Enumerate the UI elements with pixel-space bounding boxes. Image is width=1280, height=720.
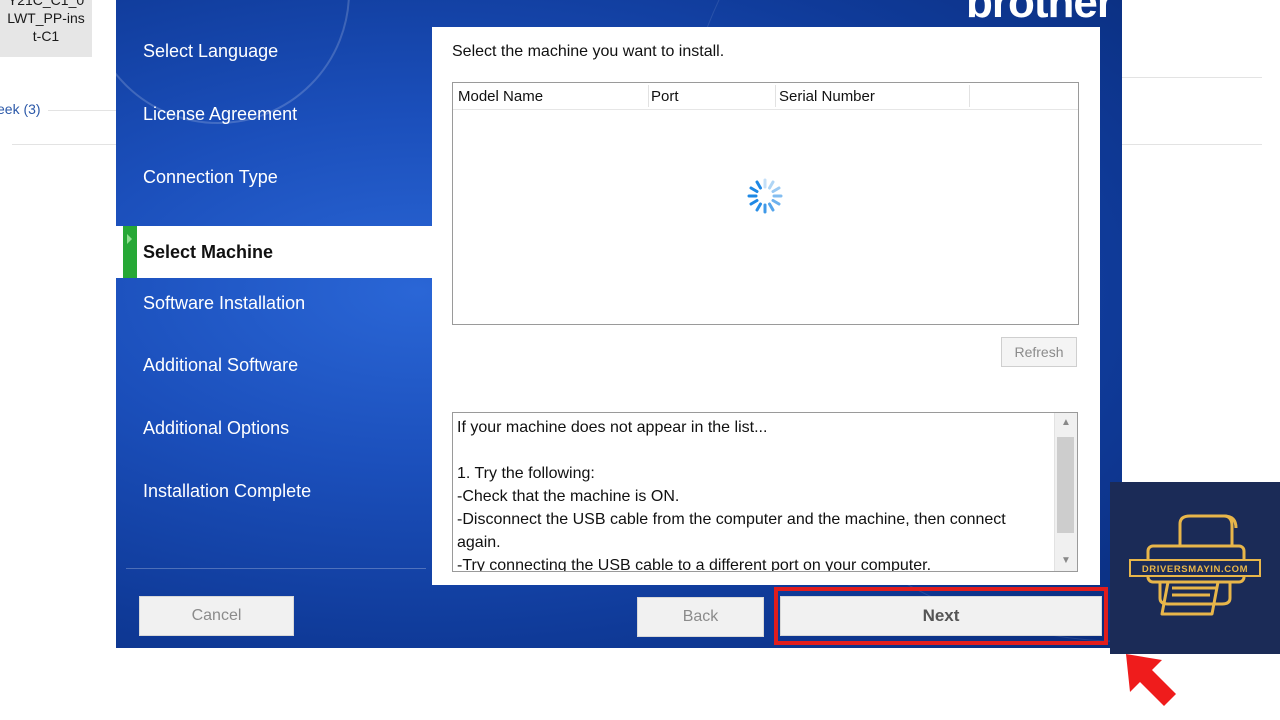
step-connection-type: Connection Type [143, 167, 278, 187]
machine-list[interactable]: Model Name Port Serial Number [452, 82, 1079, 325]
step-select-machine-active: Select Machine [116, 226, 432, 278]
step-installation-complete: Installation Complete [143, 481, 312, 501]
column-separator [648, 85, 649, 107]
scroll-down-arrow-icon[interactable]: ▼ [1055, 551, 1077, 571]
driversmayin-watermark: DRIVERSMAYIN.COM [1110, 482, 1280, 654]
help-line: If your machine does not appear in the l… [457, 419, 768, 436]
loading-spinner-icon [747, 178, 783, 214]
next-button-highlight [774, 587, 1108, 645]
desktop-file-icon-label[interactable]: Y21C_C1_0 LWT_PP-ins t-C1 [0, 0, 92, 57]
sidebar-divider [126, 568, 426, 569]
step-select-language: Select Language [143, 41, 279, 61]
desktop-divider [12, 144, 116, 145]
help-line: -Disconnect the USB cable from the compu… [457, 511, 1006, 528]
file-label-line-1: Y21C_C1_0 [7, 0, 85, 8]
file-label-line-2: LWT_PP-ins [7, 10, 85, 26]
column-model-name[interactable]: Model Name [458, 88, 543, 105]
select-machine-panel: Select the machine you want to install. … [432, 27, 1100, 585]
vertical-scrollbar[interactable]: ▲ ▼ [1054, 413, 1077, 571]
column-serial-number[interactable]: Serial Number [779, 88, 875, 105]
refresh-button[interactable]: Refresh [1001, 337, 1077, 367]
step-additional-software: Additional Software [143, 355, 299, 375]
help-line: again. [457, 534, 501, 551]
help-line [457, 439, 1053, 462]
back-button[interactable]: Back [637, 597, 764, 637]
brother-logo: brother [966, 0, 1114, 27]
desktop-link-week[interactable]: eek (3) [0, 101, 41, 117]
scrollbar-thumb[interactable] [1057, 437, 1074, 533]
desktop-divider [1122, 144, 1262, 145]
column-separator [775, 85, 776, 107]
help-line: -Try connecting the USB cable to a diffe… [457, 557, 932, 572]
cancel-button[interactable]: Cancel [139, 596, 294, 636]
help-line: 1. Try the following: [457, 465, 595, 482]
instruction-text: Select the machine you want to install. [452, 43, 725, 60]
file-label-line-3: t-C1 [32, 28, 60, 44]
troubleshooting-text: If your machine does not appear in the l… [457, 416, 1053, 572]
list-header: Model Name Port Serial Number [453, 83, 1078, 110]
watermark-text: DRIVERSMAYIN.COM [1142, 564, 1248, 575]
troubleshooting-textbox[interactable]: If your machine does not appear in the l… [452, 412, 1078, 572]
red-arrow-icon [1126, 654, 1176, 706]
desktop-link-fragment[interactable]: ) [0, 136, 1, 152]
desktop-divider [48, 110, 116, 111]
step-label: Select Machine [143, 242, 274, 262]
active-step-marker [123, 226, 137, 278]
column-separator [969, 85, 970, 107]
column-port[interactable]: Port [651, 88, 679, 105]
step-software-installation: Software Installation [143, 293, 306, 313]
step-additional-options: Additional Options [143, 418, 290, 438]
installer-window: brother Select Language License Agreemen… [116, 0, 1122, 648]
scroll-up-arrow-icon[interactable]: ▲ [1055, 413, 1077, 433]
desktop-divider [1122, 77, 1262, 78]
step-license-agreement: License Agreement [143, 104, 298, 124]
printer-logo-icon: DRIVERSMAYIN.COM [1129, 514, 1261, 616]
help-line: -Check that the machine is ON. [457, 488, 680, 505]
